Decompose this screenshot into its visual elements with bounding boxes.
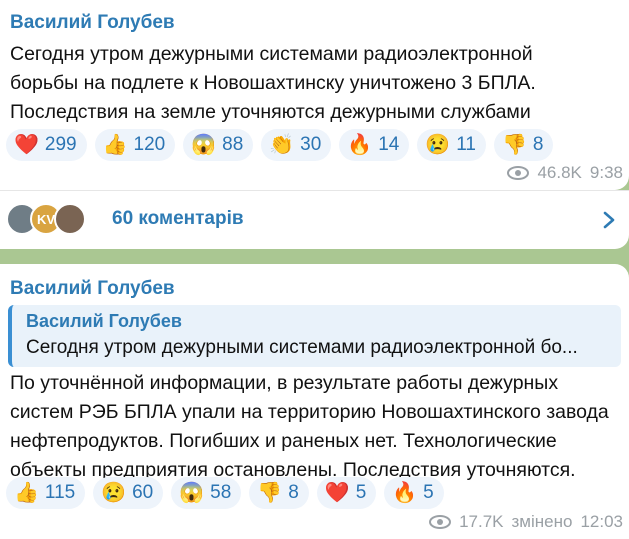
scream-icon: 😱 (191, 134, 217, 156)
reaction-count: 58 (210, 482, 232, 503)
reaction-count: 5 (423, 482, 434, 503)
reaction-cry[interactable]: 😢 11 (417, 129, 486, 161)
reaction-thumbs-up[interactable]: 👍 115 (6, 477, 86, 509)
cry-icon: 😢 (425, 134, 451, 156)
reaction-count: 120 (133, 134, 166, 155)
reaction-count: 88 (222, 134, 244, 155)
view-count: 46.8K (537, 163, 582, 182)
comments-bar[interactable]: KV 60 коментарів (0, 190, 629, 249)
reaction-cry[interactable]: 😢 60 (93, 477, 164, 509)
reaction-thumbs-down[interactable]: 👎 8 (249, 477, 309, 509)
reaction-count: 14 (378, 134, 400, 155)
message-line: борьбы на подлете к Новошахтинску уничто… (10, 72, 536, 94)
eye-icon (507, 166, 530, 180)
message-text: По уточнённой информации, в результате р… (10, 369, 609, 485)
reaction-count: 60 (132, 482, 154, 503)
fire-icon: 🔥 (347, 134, 373, 156)
scream-icon: 😱 (179, 482, 205, 504)
fire-icon: 🔥 (392, 482, 418, 504)
message-meta: 46.8K 9:38 (507, 163, 623, 183)
thumbs-down-icon: 👎 (502, 134, 527, 156)
message-line: Сегодня утром дежурными системами радиоэ… (10, 43, 533, 65)
reaction-thumbs-down[interactable]: 👎 8 (494, 129, 554, 161)
thumbs-down-icon: 👎 (257, 482, 283, 504)
quote-text: Сегодня утром дежурными системами радиоэ… (26, 337, 578, 358)
message-time: 9:38 (589, 163, 623, 182)
reactions-bar: ❤️ 299 👍 120 😱 88 👏 30 🔥 14 😢 11 👎 8 (6, 129, 554, 161)
reaction-count: 11 (456, 134, 476, 155)
reaction-clap[interactable]: 👏 30 (261, 129, 332, 161)
heart-icon: ❤️ (14, 134, 39, 156)
message-text: Сегодня утром дежурными системами радиоэ… (10, 40, 536, 127)
message-line: нефтепродуктов. Погибших и раненых нет. … (10, 430, 557, 452)
message-author[interactable]: Василий Голубев (10, 278, 175, 300)
clap-icon: 👏 (269, 134, 295, 156)
comments-count-label[interactable]: 60 коментарів (112, 208, 244, 230)
reaction-fire[interactable]: 🔥 5 (384, 477, 444, 509)
message-line: систем РЭБ БПЛА упали на территорию Ново… (10, 401, 609, 423)
reaction-heart[interactable]: ❤️ 5 (316, 477, 377, 509)
reaction-count: 115 (44, 482, 76, 503)
message-meta: 17.7K змінено 12:03 (429, 512, 623, 532)
commenter-avatars: KV (6, 203, 86, 235)
reaction-count: 8 (532, 134, 544, 155)
view-count: 17.7K (459, 512, 504, 531)
reaction-thumbs-up[interactable]: 👍 120 (94, 129, 176, 161)
message-line: Последствия на земле уточняются дежурным… (10, 101, 531, 123)
reply-quote[interactable]: Василий Голубев Сегодня утром дежурными … (8, 305, 621, 367)
reaction-count: 5 (355, 482, 367, 503)
message-author[interactable]: Василий Голубев (10, 12, 175, 34)
avatar (54, 203, 86, 235)
reaction-heart[interactable]: ❤️ 299 (6, 129, 87, 161)
cry-icon: 😢 (101, 482, 127, 504)
edited-label: змінено (511, 512, 573, 531)
eye-icon (429, 515, 452, 529)
thumbs-up-icon: 👍 (14, 482, 39, 504)
reaction-scream[interactable]: 😱 58 (171, 477, 242, 509)
thumbs-up-icon: 👍 (102, 134, 128, 156)
reaction-scream[interactable]: 😱 88 (183, 129, 254, 161)
message-line: По уточнённой информации, в результате р… (10, 372, 559, 394)
reaction-count: 299 (44, 134, 77, 155)
quote-author: Василий Голубев (26, 311, 182, 331)
chevron-right-icon[interactable] (603, 211, 615, 229)
reactions-bar: 👍 115 😢 60 😱 58 👎 8 ❤️ 5 🔥 5 (6, 477, 444, 509)
reaction-count: 30 (300, 134, 322, 155)
reaction-fire[interactable]: 🔥 14 (339, 129, 410, 161)
reaction-count: 8 (288, 482, 299, 503)
heart-icon: ❤️ (324, 482, 350, 504)
message-time: 12:03 (580, 512, 623, 531)
message-bubble-1[interactable]: Василий Голубев Сегодня утром дежурными … (0, 0, 629, 190)
